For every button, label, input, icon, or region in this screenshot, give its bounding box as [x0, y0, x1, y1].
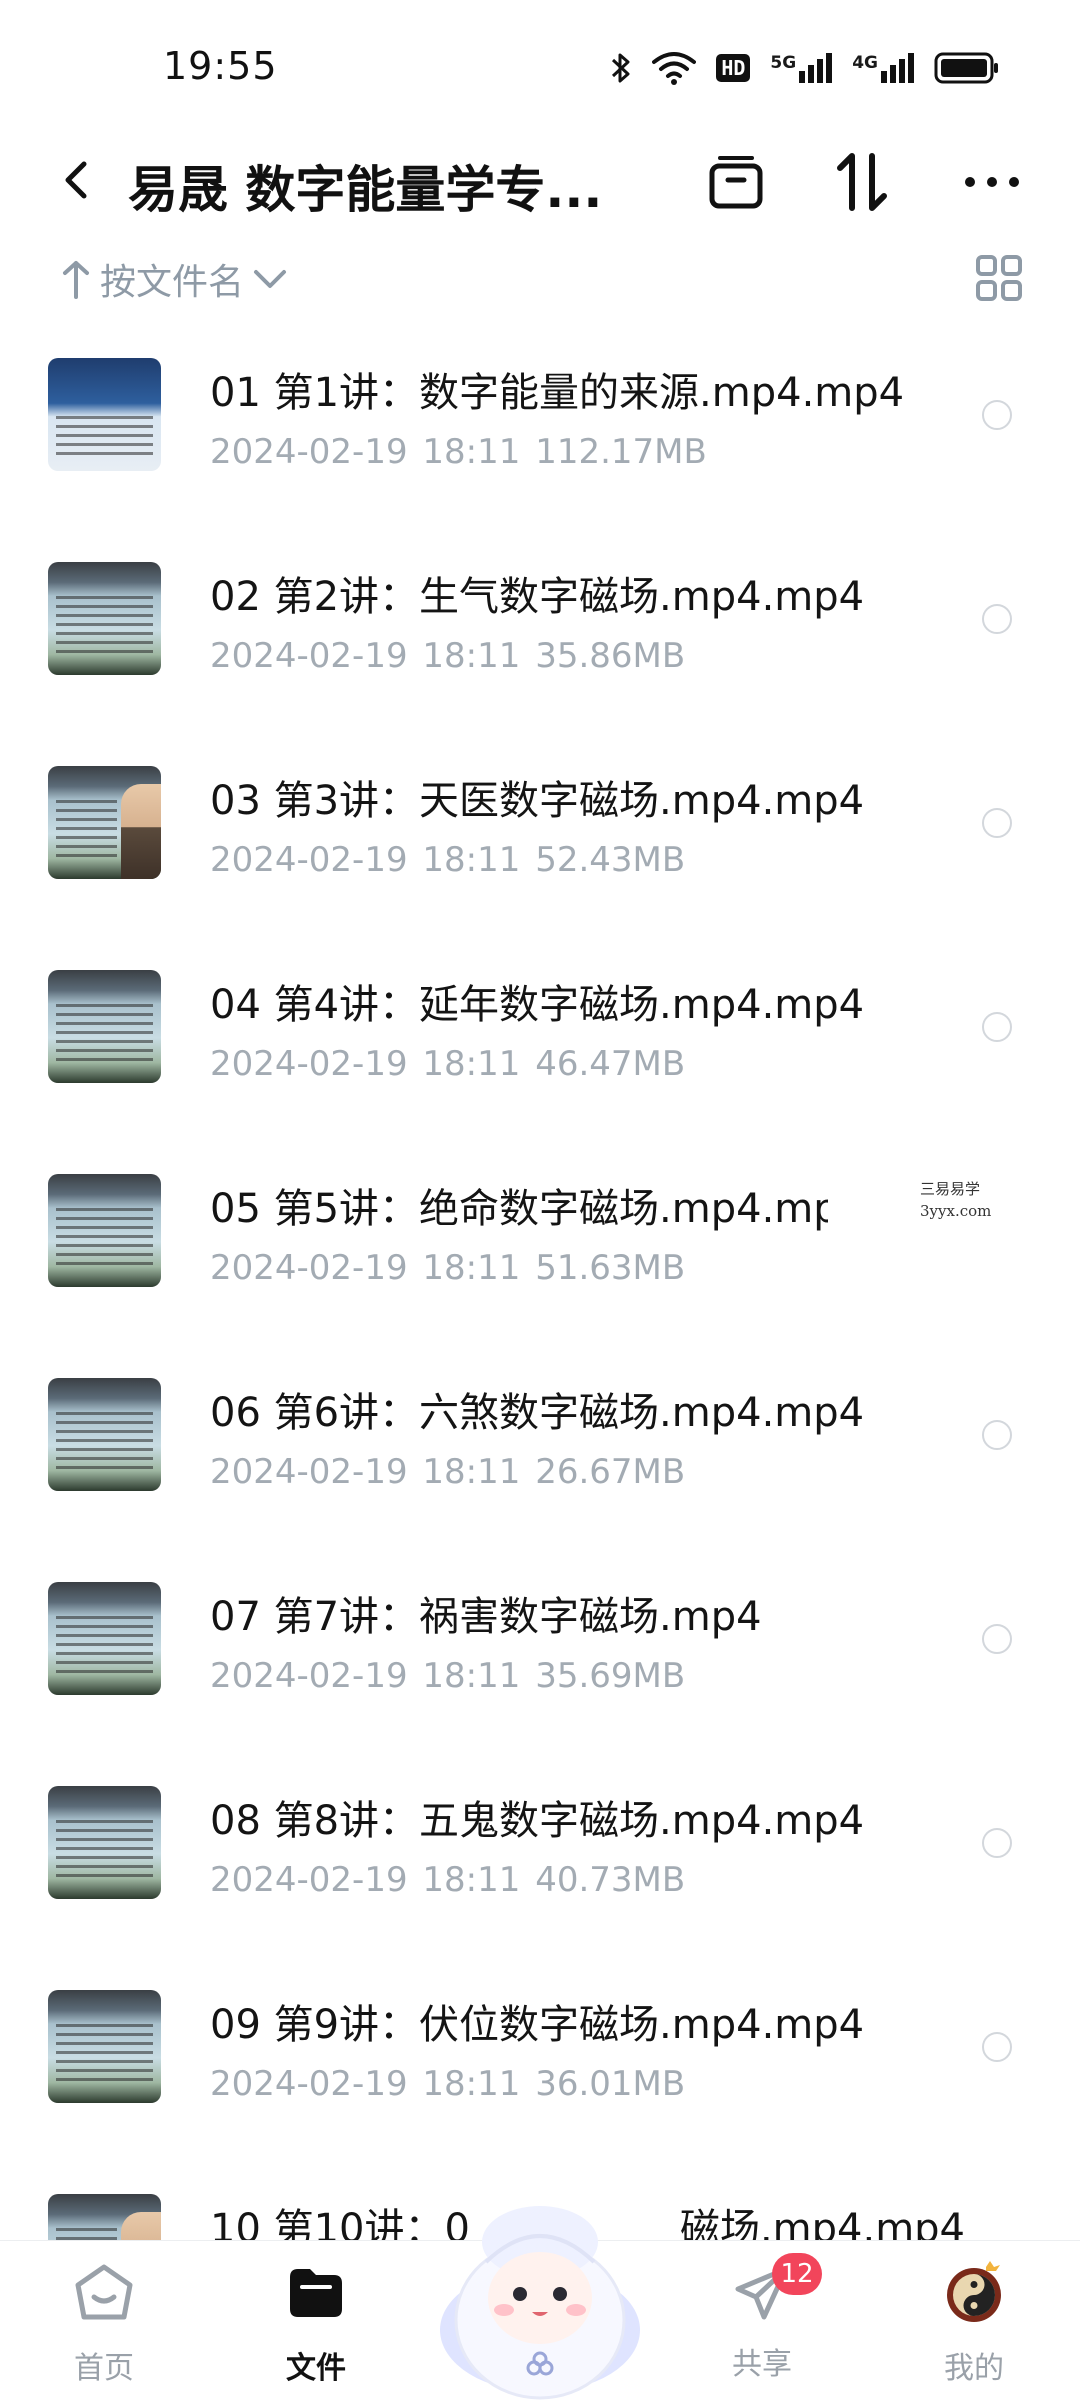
more-icon — [965, 177, 1019, 187]
battery-icon — [934, 52, 998, 84]
wifi-icon — [652, 52, 697, 85]
file-row[interactable]: 01 第1讲：数字能量的来源.mp4.mp4 2024-02-19 18:11 … — [0, 340, 1080, 544]
back-button[interactable] — [50, 152, 106, 208]
archive-button[interactable] — [706, 152, 766, 212]
folder-icon — [290, 2269, 342, 2317]
video-thumbnail — [48, 1378, 161, 1491]
video-thumbnail — [48, 358, 161, 471]
sort-order-icon — [837, 153, 887, 211]
video-thumbnail — [48, 766, 161, 879]
home-icon — [75, 2264, 133, 2320]
watermark-line-2: 3yyx.com — [920, 1202, 992, 1220]
signal-5g-icon: 5G — [770, 53, 833, 83]
file-row[interactable]: 04 第4讲：延年数字磁场.mp4.mp4 2024-02-19 18:11 4… — [0, 952, 1080, 1156]
file-name: 09 第9讲：伏位数字磁场.mp4.mp4 — [210, 2002, 865, 2048]
file-meta: 2024-02-19 18:11 52.43MB — [210, 840, 686, 880]
select-checkbox[interactable] — [982, 2032, 1012, 2062]
mascot-icon[interactable] — [430, 2170, 650, 2400]
video-thumbnail — [48, 1174, 161, 1287]
nav-share[interactable]: 12 共享 — [692, 2253, 832, 2383]
nav-home[interactable]: 首页 — [34, 2261, 174, 2387]
select-checkbox[interactable] — [982, 1420, 1012, 1450]
nav-files[interactable]: 文件 — [246, 2261, 386, 2387]
header-bar: 易晟 数字能量学专... — [0, 130, 1080, 230]
video-thumbnail — [48, 1990, 161, 2103]
status-bar: 19:55 HD 5G 4G — [0, 0, 1080, 130]
file-meta: 2024-02-19 18:11 51.63MB — [210, 1248, 686, 1288]
file-row[interactable]: 08 第8讲：五鬼数字磁场.mp4.mp4 2024-02-19 18:11 4… — [0, 1768, 1080, 1972]
file-meta: 2024-02-19 18:11 35.69MB — [210, 1656, 686, 1696]
sort-order-button[interactable] — [832, 152, 892, 212]
sort-bar: 按文件名 — [0, 245, 1080, 315]
nav-files-label: 文件 — [286, 2351, 346, 2386]
file-meta: 2024-02-19 18:11 36.01MB — [210, 2064, 686, 2104]
video-thumbnail — [48, 970, 161, 1083]
file-name: 06 第6讲：六煞数字磁场.mp4.mp4 — [210, 1390, 865, 1436]
arrow-up-icon — [63, 261, 89, 299]
watermark-line-1: 三易易学 — [920, 1180, 981, 1198]
select-checkbox[interactable] — [982, 1828, 1012, 1858]
grid-view-icon — [976, 255, 1022, 301]
avatar-icon — [947, 2261, 1001, 2322]
file-meta: 2024-02-19 18:11 40.73MB — [210, 1860, 686, 1900]
file-meta: 2024-02-19 18:11 35.86MB — [210, 636, 686, 676]
archive-icon — [709, 156, 763, 209]
file-row[interactable]: 07 第7讲：祸害数字磁场.mp4 2024-02-19 18:11 35.69… — [0, 1564, 1080, 1768]
nav-mine[interactable]: 我的 — [904, 2261, 1044, 2387]
file-row[interactable]: 03 第3讲：天医数字磁场.mp4.mp4 2024-02-19 18:11 5… — [0, 748, 1080, 952]
grid-view-button[interactable] — [974, 253, 1024, 303]
sort-label: 按文件名 — [100, 262, 245, 303]
notification-badge: 12 — [772, 2253, 822, 2295]
file-meta: 2024-02-19 18:11 46.47MB — [210, 1044, 686, 1084]
select-checkbox[interactable] — [982, 400, 1012, 430]
file-row[interactable]: 09 第9讲：伏位数字磁场.mp4.mp4 2024-02-19 18:11 3… — [0, 1972, 1080, 2176]
page-title: 易晟 数字能量学专... — [128, 161, 603, 219]
hd-icon: HD — [716, 54, 751, 82]
select-checkbox[interactable] — [982, 808, 1012, 838]
watermark: 三易易学 3yyx.com — [828, 1160, 1068, 1250]
file-row[interactable]: 06 第6讲：六煞数字磁场.mp4.mp4 2024-02-19 18:11 2… — [0, 1360, 1080, 1564]
nav-mine-label: 我的 — [944, 2351, 1004, 2386]
video-thumbnail — [48, 562, 161, 675]
file-browser-screen: 19:55 HD 5G 4G 易晟 数字能量学专... 按文件名 01 第1讲：… — [0, 0, 1080, 2400]
select-checkbox[interactable] — [982, 1012, 1012, 1042]
sort-by-name-button[interactable]: 按文件名 — [60, 253, 288, 305]
file-name: 04 第4讲：延年数字磁场.mp4.mp4 — [210, 982, 865, 1028]
video-thumbnail — [48, 1582, 161, 1695]
nav-home-label: 首页 — [74, 2351, 134, 2386]
back-icon — [65, 161, 87, 199]
bluetooth-icon — [612, 53, 630, 83]
file-meta: 2024-02-19 18:11 26.67MB — [210, 1452, 686, 1492]
file-row[interactable]: 02 第2讲：生气数字磁场.mp4.mp4 2024-02-19 18:11 3… — [0, 544, 1080, 748]
file-name: 01 第1讲：数字能量的来源.mp4.mp4 — [210, 370, 905, 416]
nav-share-label: 共享 — [732, 2347, 792, 2382]
select-checkbox[interactable] — [982, 604, 1012, 634]
chevron-down-icon — [254, 270, 287, 288]
video-thumbnail — [48, 1786, 161, 1899]
file-name: 02 第2讲：生气数字磁场.mp4.mp4 — [210, 574, 865, 620]
select-checkbox[interactable] — [982, 1624, 1012, 1654]
status-icons: HD 5G 4G — [610, 48, 1000, 88]
signal-4g-icon: 4G — [852, 53, 914, 83]
file-name: 05 第5讲：绝命数字磁场.mp4.mp — [210, 1186, 839, 1232]
file-name: 08 第8讲：五鬼数字磁场.mp4.mp4 — [210, 1798, 865, 1844]
file-name: 07 第7讲：祸害数字磁场.mp4 — [210, 1594, 762, 1640]
file-meta: 2024-02-19 18:11 112.17MB — [210, 432, 707, 472]
status-time: 19:55 — [163, 44, 278, 88]
more-button[interactable] — [962, 152, 1022, 212]
file-name: 03 第3讲：天医数字磁场.mp4.mp4 — [210, 778, 865, 824]
